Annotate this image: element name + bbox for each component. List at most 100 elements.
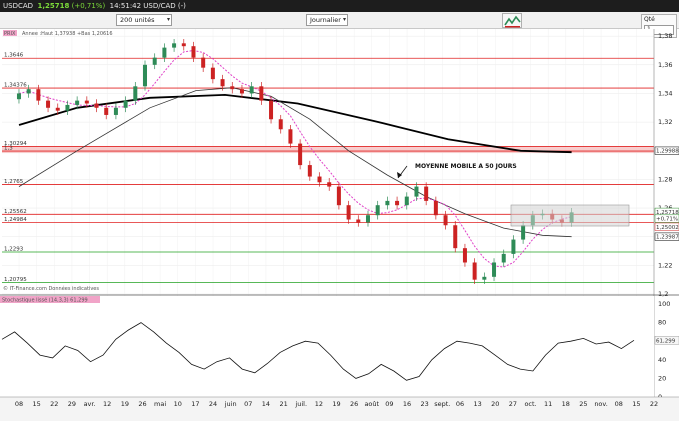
candle-body — [162, 47, 167, 58]
series-tag: PRIX — [4, 31, 16, 37]
right-price-label: +0,71% — [656, 217, 678, 223]
x-tick-label: 16 — [403, 400, 411, 408]
x-tick-label: 17 — [191, 400, 199, 408]
price-level-label: 1,20795 — [4, 277, 27, 283]
candle-body — [414, 186, 419, 197]
candle-body — [375, 205, 380, 216]
candle-body — [288, 129, 293, 144]
candle-body — [395, 200, 400, 206]
x-tick-label: 15 — [32, 400, 40, 408]
x-tick-label: 10 — [174, 400, 182, 408]
osc-y-tick-label: 100 — [658, 300, 670, 308]
price-level-label: 1,24984 — [4, 217, 27, 223]
y-tick-label: 1,36 — [658, 61, 672, 69]
x-tick-label: 26 — [350, 400, 358, 408]
x-tick-label: 09 — [385, 400, 393, 408]
candle-body — [346, 205, 351, 220]
osc-y-tick-label: 40 — [658, 356, 666, 364]
x-tick-label: 15 — [632, 400, 640, 408]
candle-body — [404, 196, 409, 206]
x-tick-label: 24 — [209, 400, 217, 408]
x-tick-label: nov. — [594, 400, 608, 408]
candle-body — [84, 100, 89, 104]
candle-body — [356, 219, 361, 223]
y-tick-label: 1,22 — [658, 261, 672, 269]
candle-body — [201, 57, 206, 68]
x-tick-label: 11 — [544, 400, 552, 408]
candle-body — [365, 215, 370, 223]
x-tick-label: 08 — [615, 400, 623, 408]
candle-body — [298, 143, 303, 166]
price-level-label: 1,2293 — [4, 247, 24, 253]
candle-body — [453, 225, 458, 249]
x-tick-label: 12 — [103, 400, 111, 408]
x-tick-label: 12 — [315, 400, 323, 408]
price-level-label: 1,34376 — [4, 83, 27, 89]
x-tick-label: 18 — [562, 400, 570, 408]
candle-body — [230, 86, 235, 90]
x-tick-label: juin — [224, 400, 237, 408]
candle-body — [327, 182, 332, 187]
trading-window: USDCAD 1,25718 (+0,71%) 14:51:42 USD/CAD… — [0, 0, 679, 421]
candle-body — [239, 89, 244, 94]
candle-body — [424, 186, 429, 201]
x-tick-label: juil. — [294, 400, 307, 408]
candle-body — [336, 186, 341, 206]
price-level-label: 1,25562 — [4, 209, 27, 215]
right-price-label: 1,23987 — [656, 235, 679, 241]
candle-body — [482, 276, 487, 280]
candle-body — [220, 79, 225, 87]
candle-body — [472, 262, 477, 280]
osc-y-tick-label: 80 — [658, 319, 666, 327]
x-tick-label: 22 — [650, 400, 658, 408]
candle-body — [55, 107, 60, 111]
candle-body — [511, 239, 516, 254]
candle-body — [191, 46, 196, 58]
x-tick-label: 19 — [121, 400, 129, 408]
candle-body — [143, 64, 148, 87]
source-note: © IT-Finance.com Données indicatives — [3, 285, 99, 292]
x-tick-label: sept. — [434, 400, 450, 408]
candle-body — [249, 86, 254, 94]
candle-body — [104, 107, 109, 115]
right-price-label: 1,25002 — [656, 225, 679, 231]
candle-body — [433, 200, 438, 216]
y-tick-label: 1,38 — [658, 32, 672, 40]
x-tick-label: août — [364, 400, 379, 408]
y-tick-label: 1,34 — [658, 89, 672, 97]
annotation-text: MOYENNE MOBILE A 50 JOURS — [415, 163, 517, 170]
x-tick-label: 20 — [491, 400, 499, 408]
candle-body — [521, 225, 526, 240]
candle-body — [317, 176, 322, 183]
oscillator-panel: Stochastique lissé (14,3,3) 61,299 — [0, 294, 679, 397]
x-tick-label: 07 — [244, 400, 252, 408]
x-tick-label: 29 — [68, 400, 76, 408]
x-tick-label: 22 — [50, 400, 58, 408]
candle-body — [46, 100, 51, 108]
candle-body — [269, 100, 274, 120]
candle-body — [94, 103, 99, 108]
x-tick-label: 23 — [421, 400, 429, 408]
x-tick-label: 26 — [138, 400, 146, 408]
candle-body — [385, 200, 390, 206]
price-level-label: 1,3646 — [4, 53, 24, 59]
x-tick-label: mai — [154, 400, 166, 408]
candle-body — [16, 93, 21, 100]
price-level-label: 1,3 — [4, 146, 13, 152]
main-plot-area — [0, 29, 654, 294]
candle-body — [75, 100, 80, 105]
x-tick-label: avr. — [84, 400, 96, 408]
y-tick-label: 1,32 — [658, 118, 672, 126]
price-level-label: 1,2765 — [4, 179, 24, 185]
x-tick-label: 25 — [579, 400, 587, 408]
candle-body — [113, 107, 118, 115]
candle-body — [172, 43, 177, 48]
candle-body — [492, 262, 497, 277]
price-chart[interactable]: 1,36461,343761,302941,31,27651,255621,24… — [0, 0, 679, 421]
candle-body — [65, 104, 70, 111]
x-tick-label: 14 — [262, 400, 270, 408]
y-tick-label: 1,28 — [658, 175, 672, 183]
candle-body — [210, 67, 215, 80]
candle-body — [133, 86, 138, 101]
candle-body — [123, 100, 128, 108]
